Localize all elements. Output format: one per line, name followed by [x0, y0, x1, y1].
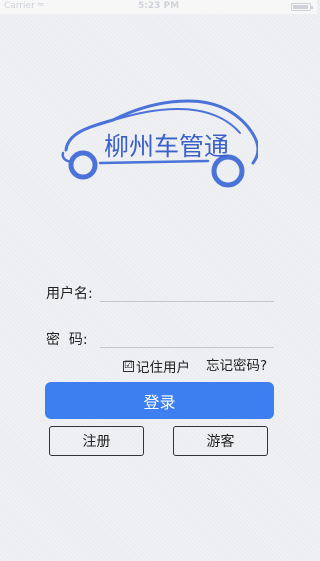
- car-inner-line: [97, 107, 241, 134]
- forgot-password-link[interactable]: 忘记密码?: [206, 356, 267, 376]
- checkbox-checked-icon: ☑: [123, 360, 134, 372]
- battery-icon: [291, 3, 313, 11]
- car-bottom-line: [98, 159, 210, 165]
- remember-user-checkbox[interactable]: ☑ 记住用户: [123, 356, 190, 376]
- login-button[interactable]: 登录: [45, 382, 274, 419]
- register-button[interactable]: 注册: [49, 426, 144, 456]
- guest-button[interactable]: 游客: [173, 426, 268, 456]
- front-wheel-icon: [68, 150, 98, 180]
- username-label: 用户名:: [46, 286, 93, 302]
- username-underline: [100, 301, 274, 302]
- status-time: 5:23 PM: [137, 1, 180, 11]
- password-underline: [100, 347, 274, 348]
- remember-user-label: 记住用户: [136, 360, 190, 376]
- password-label: 密 码:: [46, 332, 88, 348]
- rear-wheel-icon: [211, 154, 245, 188]
- logo-text: 柳州车管通: [104, 132, 229, 161]
- car-logo: 柳州车管通: [61, 99, 258, 188]
- password-input[interactable]: [100, 328, 272, 346]
- status-bar: Carrier ≈ 5:23 PM: [0, 0, 317, 14]
- username-input[interactable]: [100, 282, 272, 300]
